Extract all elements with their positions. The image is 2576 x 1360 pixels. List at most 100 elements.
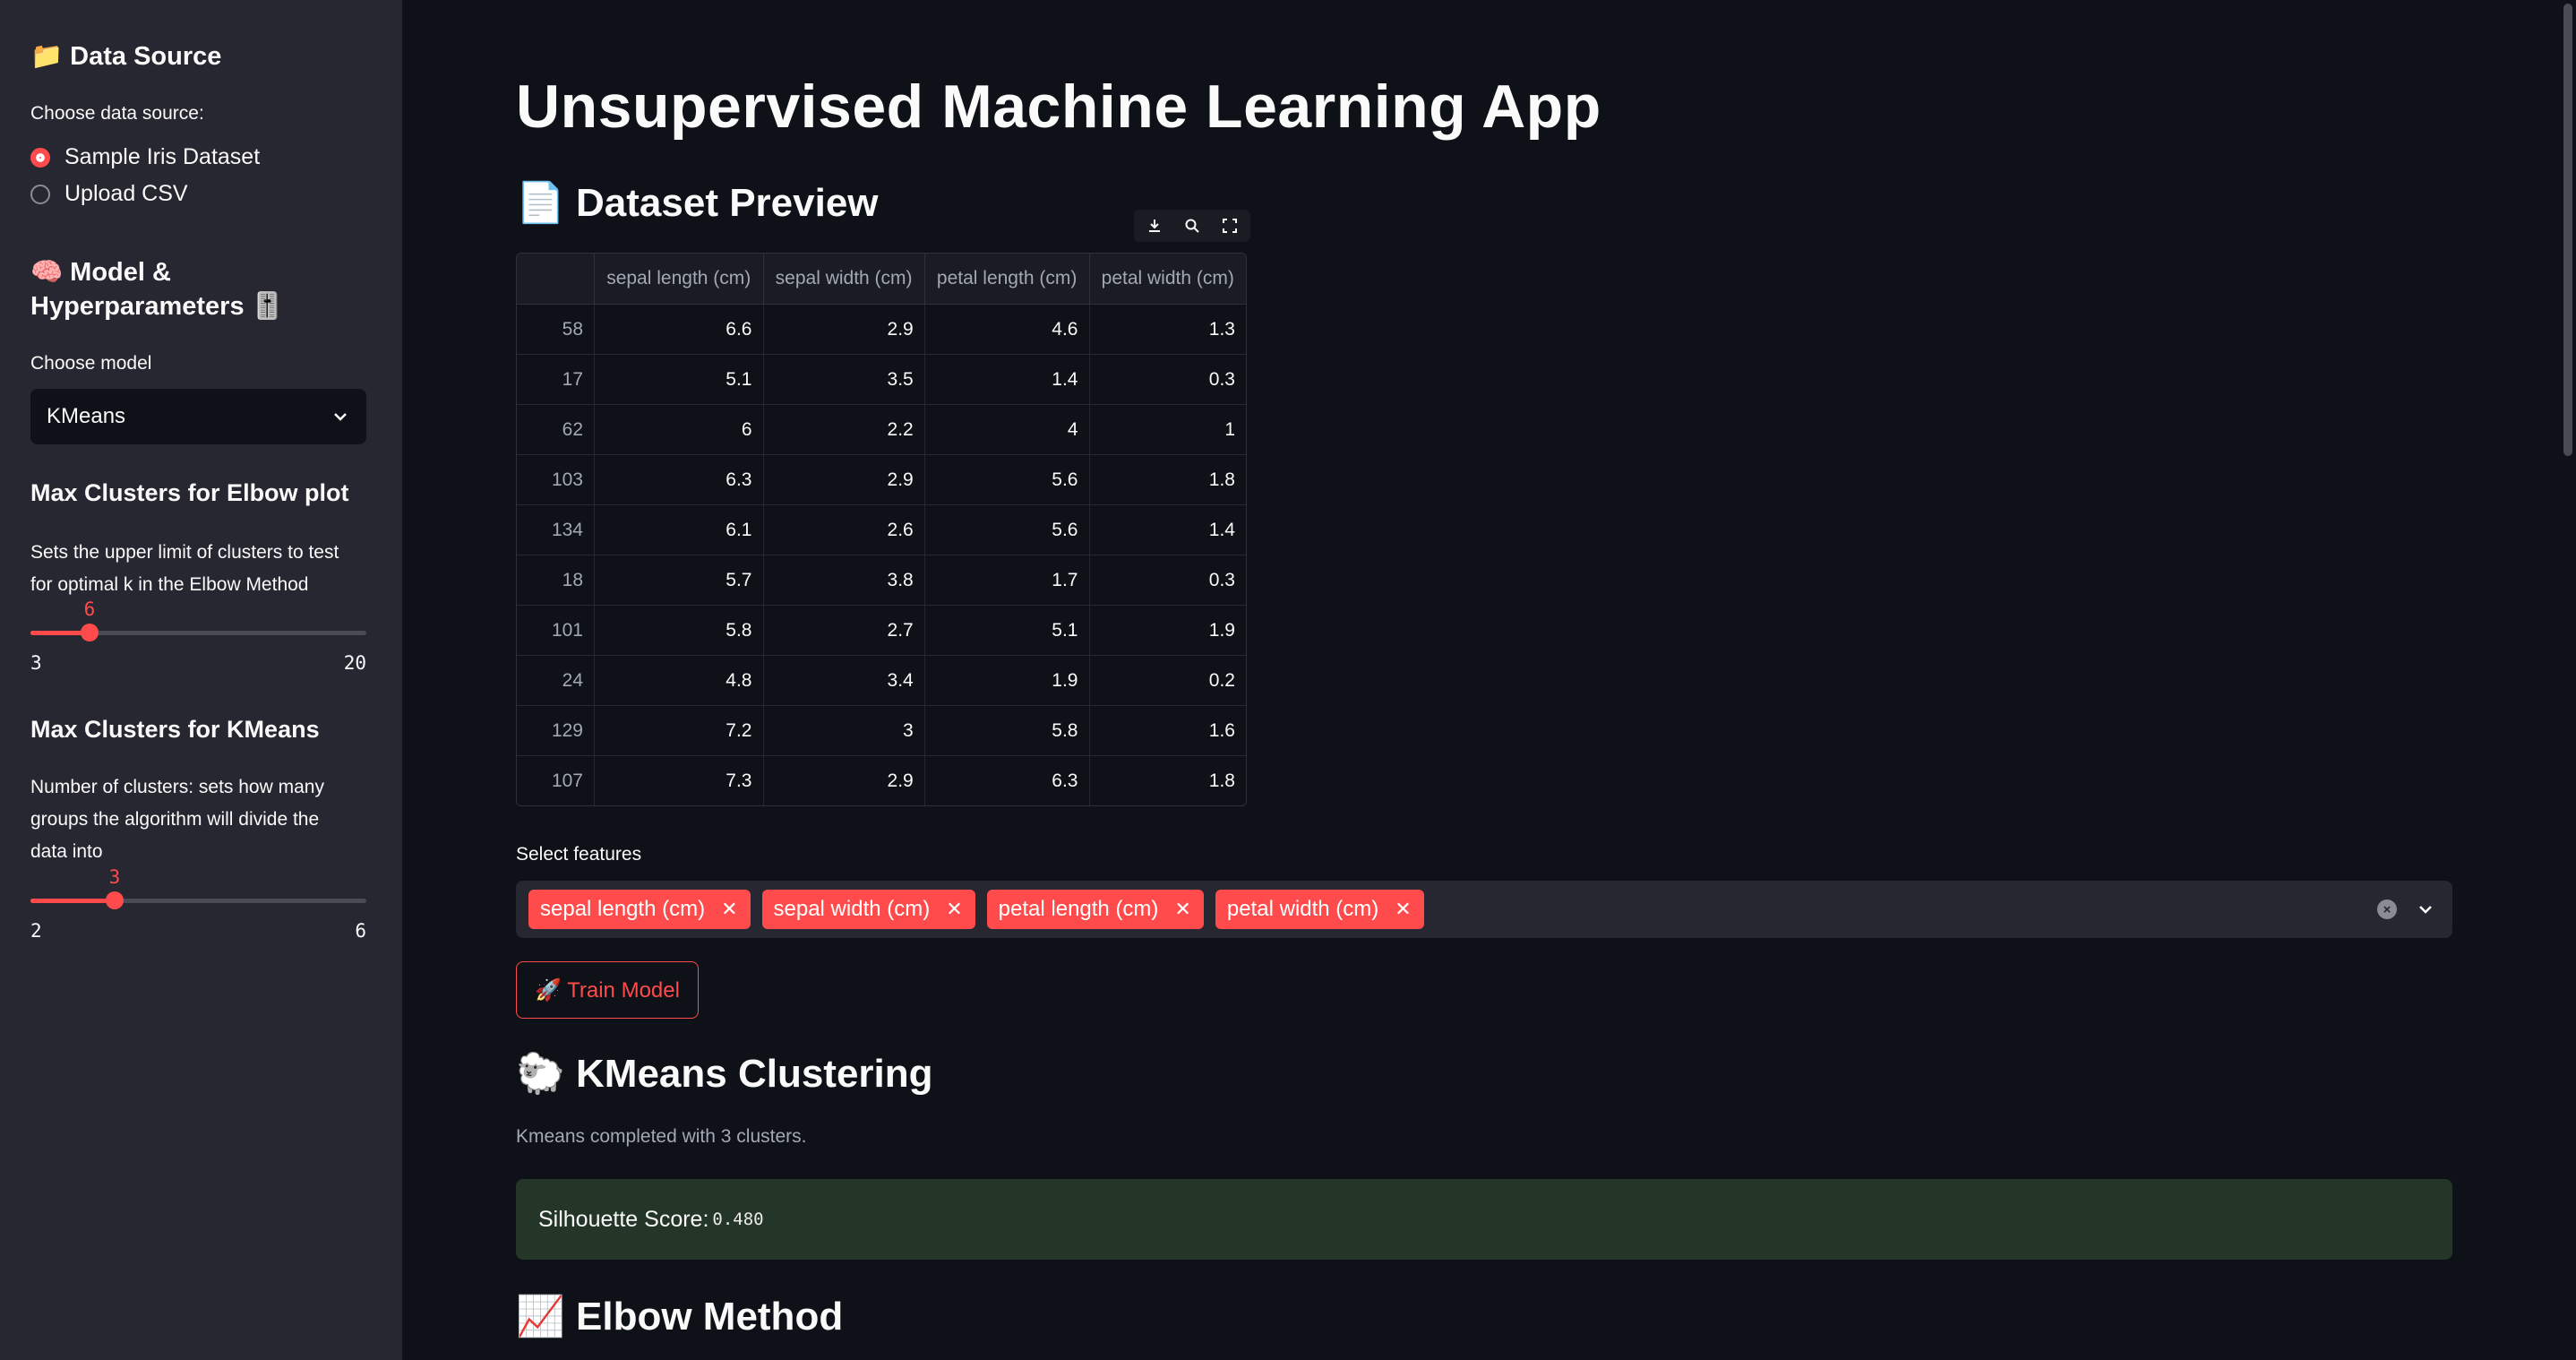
table-cell: 6 (594, 404, 764, 455)
table-header-row: sepal length (cm) sepal width (cm) petal l… (517, 254, 1246, 305)
row-index-cell: 129 (517, 705, 595, 756)
elbow-slider-help: Sets the upper limit of clusters to test… (30, 537, 339, 601)
column-header[interactable]: sepal width (cm) (763, 254, 925, 305)
sidebar: 📁 Data Source Choose data source: Sample… (0, 0, 402, 1360)
table-cell: 3.4 (763, 655, 925, 706)
table-cell: 6.6 (594, 304, 764, 355)
model-label: Choose model (30, 353, 152, 374)
radio-label: Upload CSV (64, 181, 188, 206)
dataset-preview-heading: 📄 Dataset Preview (516, 181, 879, 225)
kmeans-slider[interactable]: 3 2 6 (30, 865, 366, 942)
table-cell: 0.2 (1089, 655, 1246, 706)
table-cell: 2.6 (763, 504, 925, 555)
features-multiselect[interactable]: sepal length (cm) ✕ sepal width (cm) ✕ petal… (516, 881, 2452, 938)
clustering-caption: Kmeans completed with 3 clusters. (516, 1126, 807, 1147)
page-title: Unsupervised Machine Learning App (516, 73, 1601, 141)
table-cell: 3.5 (763, 354, 925, 405)
table-row[interactable]: 103 6.3 2.9 5.6 1.8 (517, 454, 1246, 505)
table-cell: 0.3 (1089, 555, 1246, 606)
fullscreen-icon[interactable] (1213, 210, 1247, 242)
feature-tag-label: sepal length (cm) (540, 897, 706, 921)
slider-max: 20 (343, 652, 366, 674)
table-cell: 4 (924, 404, 1090, 455)
model-heading-line2: Hyperparameters 🎚️ (30, 292, 284, 321)
slider-value: 6 (83, 598, 96, 620)
table-cell: 1 (1089, 404, 1246, 455)
silhouette-score-alert: Silhouette Score: 0.480 (516, 1179, 2452, 1260)
table-cell: 7.3 (594, 755, 764, 805)
table-cell: 1.7 (924, 555, 1090, 606)
table-row[interactable]: 129 7.2 3 5.8 1.6 (517, 705, 1246, 756)
help-text-line: groups the algorithm will divide the (30, 809, 320, 830)
table-cell: 1.8 (1089, 454, 1246, 505)
feature-tags: sepal length (cm) ✕ sepal width (cm) ✕ petal… (528, 890, 1436, 929)
row-index-cell: 101 (517, 605, 595, 656)
remove-tag-icon[interactable]: ✕ (721, 898, 737, 921)
silhouette-value: 0.480 (712, 1209, 764, 1229)
radio-sample-iris[interactable]: Sample Iris Dataset (30, 139, 260, 176)
slider-thumb[interactable] (81, 624, 99, 641)
feature-tag[interactable]: petal width (cm) ✕ (1215, 890, 1424, 929)
table-cell: 1.9 (924, 655, 1090, 706)
elbow-slider-title: Max Clusters for Elbow plot (30, 479, 349, 506)
elbow-method-heading: 📈 Elbow Method (516, 1295, 844, 1338)
feature-tag-label: petal length (cm) (998, 897, 1159, 921)
table-row[interactable]: 107 7.3 2.9 6.3 1.8 (517, 755, 1246, 805)
search-icon[interactable] (1175, 210, 1209, 242)
remove-tag-icon[interactable]: ✕ (1395, 898, 1411, 921)
table-row[interactable]: 24 4.8 3.4 1.9 0.2 (517, 655, 1246, 706)
train-model-button[interactable]: 🚀 Train Model (516, 961, 699, 1019)
kmeans-slider-help: Number of clusters: sets how many groups… (30, 771, 324, 868)
table-cell: 4.6 (924, 304, 1090, 355)
data-source-heading: 📁 Data Source (30, 42, 222, 71)
slider-fill (30, 899, 115, 903)
index-header[interactable] (517, 254, 595, 305)
features-label: Select features (516, 844, 642, 865)
slider-thumb[interactable] (106, 891, 124, 909)
remove-tag-icon[interactable]: ✕ (1174, 898, 1190, 921)
table-cell: 0.3 (1089, 354, 1246, 405)
table-cell: 6.1 (594, 504, 764, 555)
feature-tag[interactable]: petal length (cm) ✕ (986, 890, 1204, 929)
elbow-slider[interactable]: 6 3 20 (30, 597, 366, 674)
silhouette-label: Silhouette Score: (538, 1206, 709, 1232)
table-cell: 2.2 (763, 404, 925, 455)
radio-unselected-icon (30, 184, 50, 204)
table-cell: 3 (763, 705, 925, 756)
column-header[interactable]: petal width (cm) (1089, 254, 1246, 305)
model-select[interactable]: KMeans (30, 389, 366, 444)
download-icon[interactable] (1138, 210, 1172, 242)
model-heading: 🧠 Model & Hyperparameters 🎚️ (30, 255, 284, 323)
table-cell: 2.9 (763, 454, 925, 505)
column-header[interactable]: petal length (cm) (924, 254, 1090, 305)
page-scrollbar[interactable] (2563, 4, 2572, 456)
table-row[interactable]: 134 6.1 2.6 5.6 1.4 (517, 504, 1246, 555)
slider-min: 3 (30, 652, 42, 674)
feature-tag[interactable]: sepal width (cm) ✕ (761, 890, 975, 929)
data-source-label: Choose data source: (30, 103, 204, 124)
table-cell: 1.4 (924, 354, 1090, 405)
row-index-cell: 17 (517, 354, 595, 405)
chevron-down-icon[interactable] (2417, 900, 2434, 918)
radio-upload-csv[interactable]: Upload CSV (30, 176, 260, 212)
table-cell: 7.2 (594, 705, 764, 756)
table-row[interactable]: 17 5.1 3.5 1.4 0.3 (517, 354, 1246, 405)
table-cell: 5.6 (924, 454, 1090, 505)
table-row[interactable]: 62 6 2.2 4 1 (517, 404, 1246, 455)
table-cell: 2.7 (763, 605, 925, 656)
remove-tag-icon[interactable]: ✕ (946, 898, 962, 921)
feature-tag-label: petal width (cm) (1226, 897, 1379, 921)
table-row[interactable]: 18 5.7 3.8 1.7 0.3 (517, 555, 1246, 606)
kmeans-slider-title: Max Clusters for KMeans (30, 716, 320, 743)
column-header[interactable]: sepal length (cm) (594, 254, 764, 305)
clear-all-icon[interactable]: × (2377, 899, 2397, 919)
dataset-preview-table[interactable]: sepal length (cm) sepal width (cm) petal l… (516, 253, 1247, 806)
feature-tag[interactable]: sepal length (cm) ✕ (528, 890, 751, 929)
table-cell: 1.3 (1089, 304, 1246, 355)
row-index-cell: 107 (517, 755, 595, 805)
table-row[interactable]: 58 6.6 2.9 4.6 1.3 (517, 304, 1246, 355)
table-cell: 2.9 (763, 755, 925, 805)
table-row[interactable]: 101 5.8 2.7 5.1 1.9 (517, 605, 1246, 656)
help-text-line: Number of clusters: sets how many (30, 777, 324, 797)
table-cell: 6.3 (924, 755, 1090, 805)
